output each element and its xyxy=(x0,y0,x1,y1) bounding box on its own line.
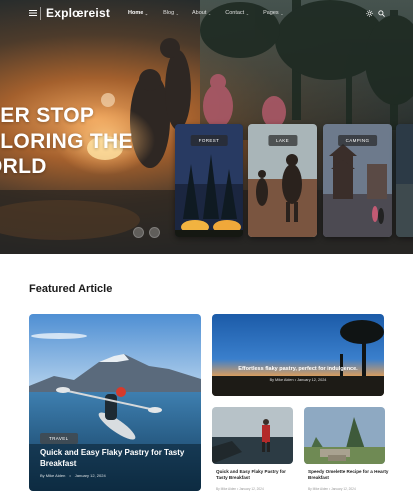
featured-wide-card[interactable]: Effortless flaky pastry, perfect for ind… xyxy=(212,314,384,396)
nav-link-contact[interactable]: Contact ⌄ xyxy=(225,10,249,16)
carousel-dot[interactable] xyxy=(149,227,160,238)
hero-section: Explœreist Home ⌄ Blog ⌄ About ⌄ Contact ⌄ P… xyxy=(0,0,413,254)
nav-link-home[interactable]: Home ⌄ xyxy=(128,10,148,16)
article-title[interactable]: Effortless flaky pastry, perfect for ind… xyxy=(212,366,384,372)
carousel-dot[interactable] xyxy=(133,227,144,238)
article-date: January 12, 2024 xyxy=(74,473,106,478)
hero-title-line: ORLD xyxy=(0,155,47,178)
featured-main-card[interactable]: TRAVEL Quick and Easy Flaky Pastry for T… xyxy=(29,314,201,491)
nav-link-blog[interactable]: Blog ⌄ xyxy=(163,10,179,16)
article-author[interactable]: By Mike Aiden xyxy=(216,487,236,491)
chevron-down-icon: ⌄ xyxy=(207,10,212,16)
menu-icon[interactable] xyxy=(29,9,37,17)
top-navigation: Explœreist Home ⌄ Blog ⌄ About ⌄ Contact ⌄ P… xyxy=(0,0,413,28)
chevron-down-icon: ⌄ xyxy=(175,10,180,16)
partial-card-image xyxy=(396,124,413,237)
nav-divider xyxy=(40,7,41,20)
meta-separator: • xyxy=(69,473,71,478)
small-card-image-2[interactable] xyxy=(304,407,385,464)
category-card-lake[interactable]: LAKE xyxy=(248,124,317,237)
article-title[interactable]: Quick and Easy Flaky Pastry for Tasty Br… xyxy=(40,447,195,469)
hero-title: VER STOP PLORING THE ORLD xyxy=(0,103,133,180)
category-tag: FOREST xyxy=(190,135,228,146)
small-card-image-1[interactable] xyxy=(212,407,293,464)
article-date: January 12, 2024 xyxy=(297,378,327,382)
article-title[interactable]: Speedy Omelette Recipe for a Hearty Brea… xyxy=(308,469,389,481)
article-date: January 12, 2024 xyxy=(239,487,264,491)
nav-link-pages[interactable]: Pages ⌄ xyxy=(263,10,283,16)
hero-title-line: VER STOP xyxy=(0,104,95,127)
category-card-partial[interactable] xyxy=(396,124,413,237)
article-author[interactable]: By Mike Aiden xyxy=(308,487,328,491)
nav-link-about[interactable]: About ⌄ xyxy=(192,10,211,16)
page: Explœreist Home ⌄ Blog ⌄ About ⌄ Contact ⌄ P… xyxy=(0,0,413,500)
site-logo[interactable]: Explœreist xyxy=(46,6,110,20)
search-icon[interactable] xyxy=(378,10,385,17)
section-title: Featured Article xyxy=(29,283,113,295)
chevron-down-icon: ⌄ xyxy=(144,10,149,16)
article-author[interactable]: By Mike Aiden xyxy=(270,378,294,382)
article-meta: By Mike Aiden • January 12, 2024 xyxy=(308,487,356,491)
category-tag[interactable]: TRAVEL xyxy=(40,433,78,444)
article-meta: By Mike Aiden • January 12, 2024 xyxy=(40,473,106,478)
sunset-tree-image xyxy=(212,314,384,396)
hero-title-line: PLORING THE xyxy=(0,129,133,153)
carousel-dots xyxy=(133,227,160,238)
article-meta: By Mike Aiden • January 12, 2024 xyxy=(216,487,264,491)
article-author[interactable]: By Mike Aiden xyxy=(40,473,65,478)
coast-hiker-image xyxy=(212,407,293,464)
category-tag: CAMPING xyxy=(337,135,378,146)
category-card-camping[interactable]: CAMPING xyxy=(323,124,392,237)
chevron-down-icon: ⌄ xyxy=(245,10,250,16)
category-tag: LAKE xyxy=(267,135,298,146)
article-meta: By Mike Aiden • January 12, 2024 xyxy=(212,378,384,382)
article-date: January 12, 2024 xyxy=(331,487,356,491)
machu-picchu-image xyxy=(304,407,385,464)
sun-icon[interactable] xyxy=(366,10,373,17)
nav-links: Home ⌄ Blog ⌄ About ⌄ Contact ⌄ Pages ⌄ xyxy=(128,10,284,16)
category-card-forest[interactable]: FOREST xyxy=(175,124,243,237)
chevron-down-icon: ⌄ xyxy=(280,10,284,16)
article-title[interactable]: Quick and Easy Flaky Pastry for Tasty Br… xyxy=(216,469,297,481)
